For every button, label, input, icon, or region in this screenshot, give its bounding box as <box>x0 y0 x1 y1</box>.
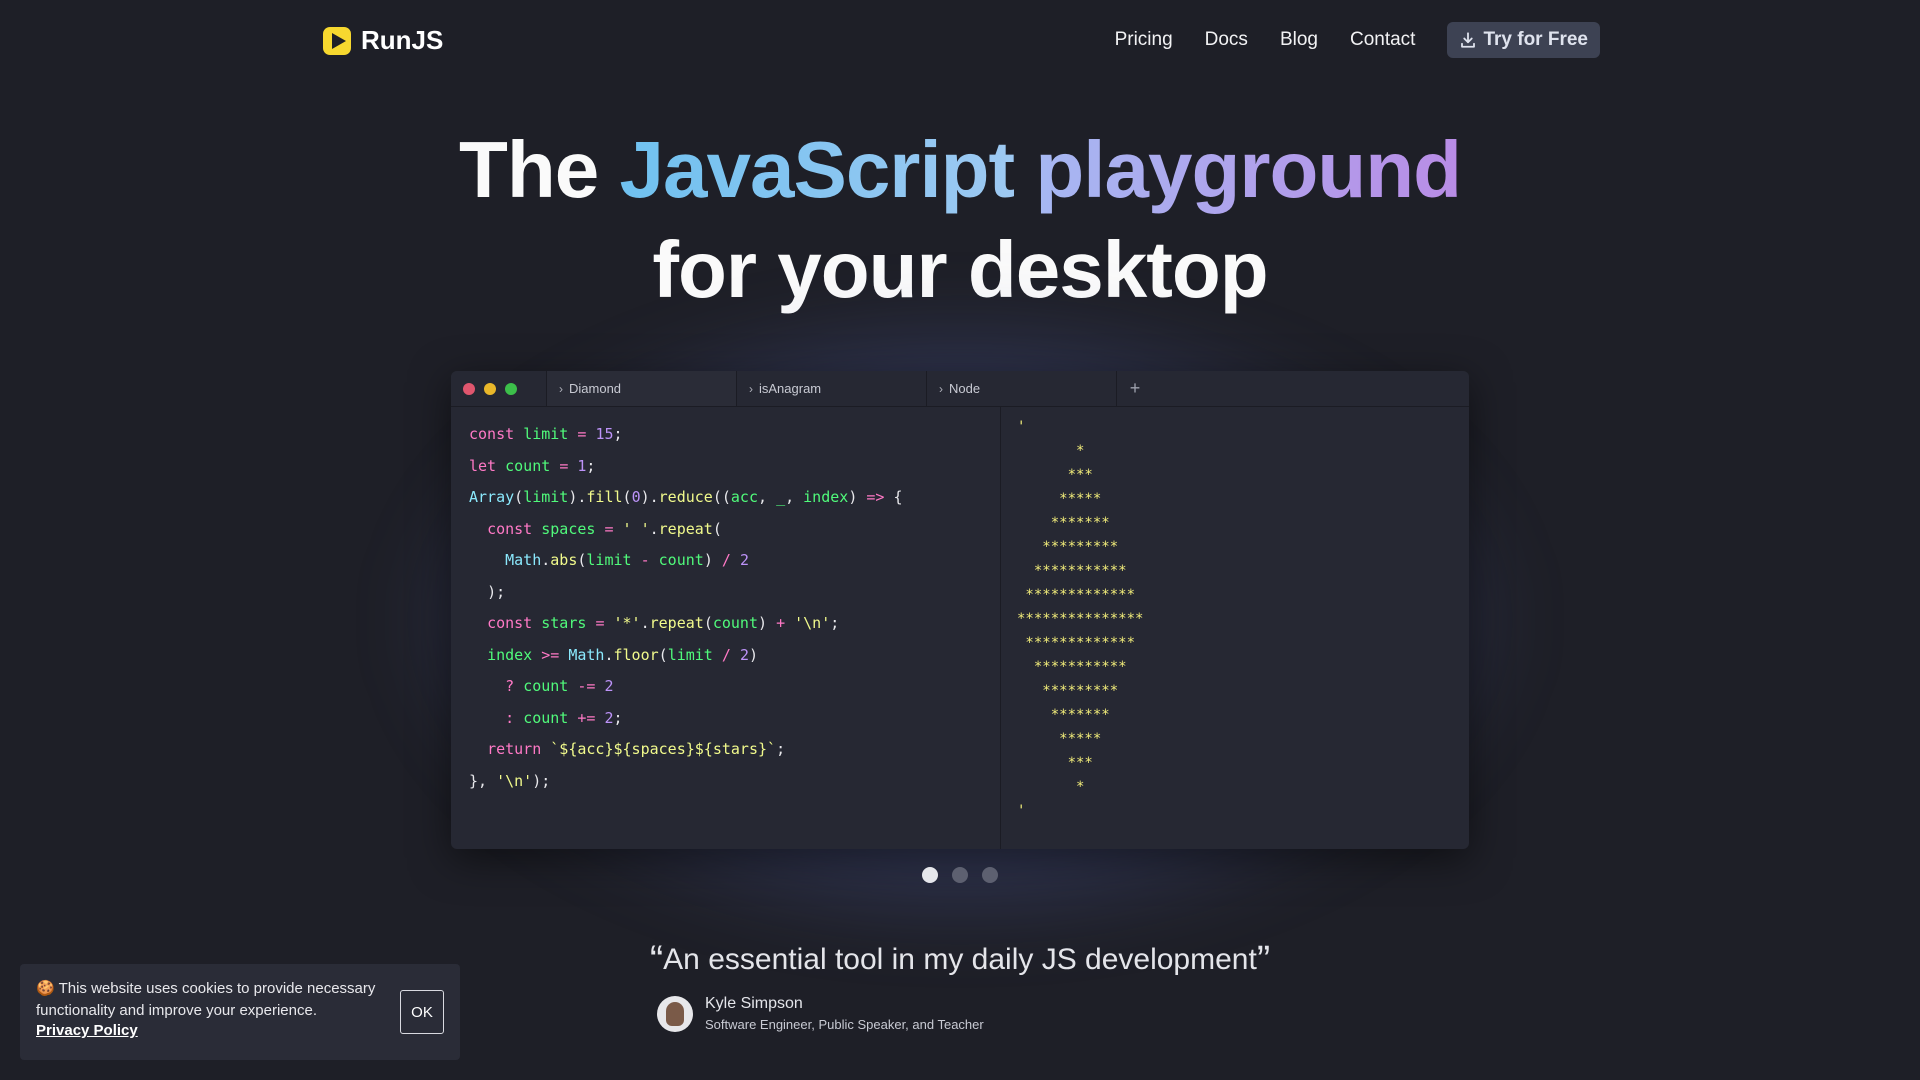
carousel-dot-1[interactable] <box>922 867 938 883</box>
cookie-banner: 🍪 This website uses cookies to provide n… <box>20 964 460 1060</box>
app-titlebar: › Diamond › isAnagram › Node + <box>451 371 1469 407</box>
output-pane: ' * *** ***** ******* ********* ********… <box>1001 407 1469 849</box>
tab-node[interactable]: › Node <box>927 371 1117 406</box>
chevron-right-icon: › <box>749 381 753 396</box>
code-line: const stars = '*'.repeat(count) + '\n'; <box>487 614 840 632</box>
code-line: const limit = 15; <box>469 425 623 443</box>
nav-link-pricing[interactable]: Pricing <box>1115 29 1173 51</box>
code-line: Math.abs(limit - count) / 2 <box>505 551 749 569</box>
hero-space <box>1014 125 1035 214</box>
try-for-free-label: Try for Free <box>1483 29 1588 50</box>
code-line: : count += 2; <box>505 708 623 727</box>
code-line: let count = 1; <box>469 456 596 475</box>
carousel-dot-2[interactable] <box>952 867 968 883</box>
code-line: index >= Math.floor(limit / 2) <box>487 645 758 664</box>
output-line: *** <box>1017 467 1093 483</box>
tab-isanagram[interactable]: › isAnagram <box>737 371 927 406</box>
author-role: Software Engineer, Public Speaker, and T… <box>705 1017 984 1032</box>
maximize-window-dot[interactable] <box>505 382 517 395</box>
output-line: ' <box>1017 419 1026 435</box>
try-for-free-button[interactable]: Try for Free <box>1447 22 1600 58</box>
close-quote-mark: ” <box>1256 938 1271 982</box>
cookie-ok-button[interactable]: OK <box>400 990 444 1034</box>
output-line: ********* <box>1017 539 1119 555</box>
code-line: ? count -= 2 <box>505 677 614 695</box>
nav-link-contact[interactable]: Contact <box>1350 29 1415 51</box>
chevron-right-icon: › <box>559 381 563 396</box>
hero-word-javascript: JavaScript <box>619 125 1015 214</box>
top-nav: RunJS Pricing Docs Blog Contact Try for … <box>0 0 1920 80</box>
output-line: ********* <box>1017 683 1119 699</box>
code-line: return `${acc}${spaces}${stars}`; <box>487 740 786 758</box>
app-window: › Diamond › isAnagram › Node + const limit … <box>451 371 1469 849</box>
output-line: ***** <box>1017 731 1102 747</box>
minimize-window-dot[interactable] <box>484 382 496 395</box>
output-line: ***** <box>1017 491 1102 507</box>
output-line: ' <box>1017 803 1026 819</box>
tab-label: isAnagram <box>759 381 822 396</box>
output-line: * <box>1017 443 1085 459</box>
privacy-policy-link[interactable]: Privacy Policy <box>36 1022 138 1039</box>
code-line: const spaces = ' '.repeat( <box>487 519 722 538</box>
code-editor[interactable]: const limit = 15; let count = 1; Array(lim… <box>451 407 1001 849</box>
avatar <box>657 995 693 1032</box>
window-controls <box>451 371 547 406</box>
output-line: *************** <box>1017 611 1144 627</box>
author-name: Kyle Simpson <box>705 995 803 1012</box>
tab-diamond[interactable]: › Diamond <box>547 371 737 406</box>
brand-logo[interactable]: RunJS <box>323 25 443 56</box>
code-line: Array(limit).fill(0).reduce((acc, _, ind… <box>469 488 903 506</box>
chevron-right-icon: › <box>939 381 943 396</box>
carousel-dot-3[interactable] <box>982 867 998 883</box>
output-line: ******* <box>1017 707 1110 723</box>
brand-name: RunJS <box>361 25 444 55</box>
cookie-text: 🍪 This website uses cookies to provide n… <box>36 980 376 1019</box>
output-line: ******* <box>1017 515 1110 531</box>
testimonial-text: An essential tool in my daily JS develop… <box>663 943 1257 976</box>
add-tab-button[interactable]: + <box>1117 371 1153 406</box>
runjs-logo-icon <box>323 26 351 55</box>
close-window-dot[interactable] <box>463 382 475 395</box>
nav-link-docs[interactable]: Docs <box>1205 29 1248 51</box>
carousel-pager <box>0 867 1920 883</box>
output-line: *********** <box>1017 659 1127 675</box>
open-quote-mark: “ <box>649 938 664 982</box>
output-line: *********** <box>1017 563 1127 579</box>
testimonial-author: Kyle Simpson Software Engineer, Public S… <box>657 995 984 1032</box>
nav-link-blog[interactable]: Blog <box>1280 29 1318 51</box>
tab-label: Node <box>949 381 981 396</box>
code-line: ); <box>487 582 506 601</box>
code-line: }, '\n'); <box>469 771 551 790</box>
output-line: ************* <box>1017 635 1136 651</box>
download-icon <box>1461 32 1476 48</box>
tab-label: Diamond <box>569 381 622 396</box>
output-line: ************* <box>1017 587 1136 603</box>
nav-links: Pricing Docs Blog Contact Try for Free <box>1115 22 1600 58</box>
hero-title-line1: The JavaScript playground <box>0 124 1920 216</box>
hero-word-the: The <box>459 125 620 214</box>
output-line: * <box>1017 779 1085 795</box>
hero-word-playground: playground <box>1035 125 1462 214</box>
app-panes: const limit = 15; let count = 1; Array(lim… <box>451 407 1469 849</box>
output-line: *** <box>1017 755 1093 771</box>
